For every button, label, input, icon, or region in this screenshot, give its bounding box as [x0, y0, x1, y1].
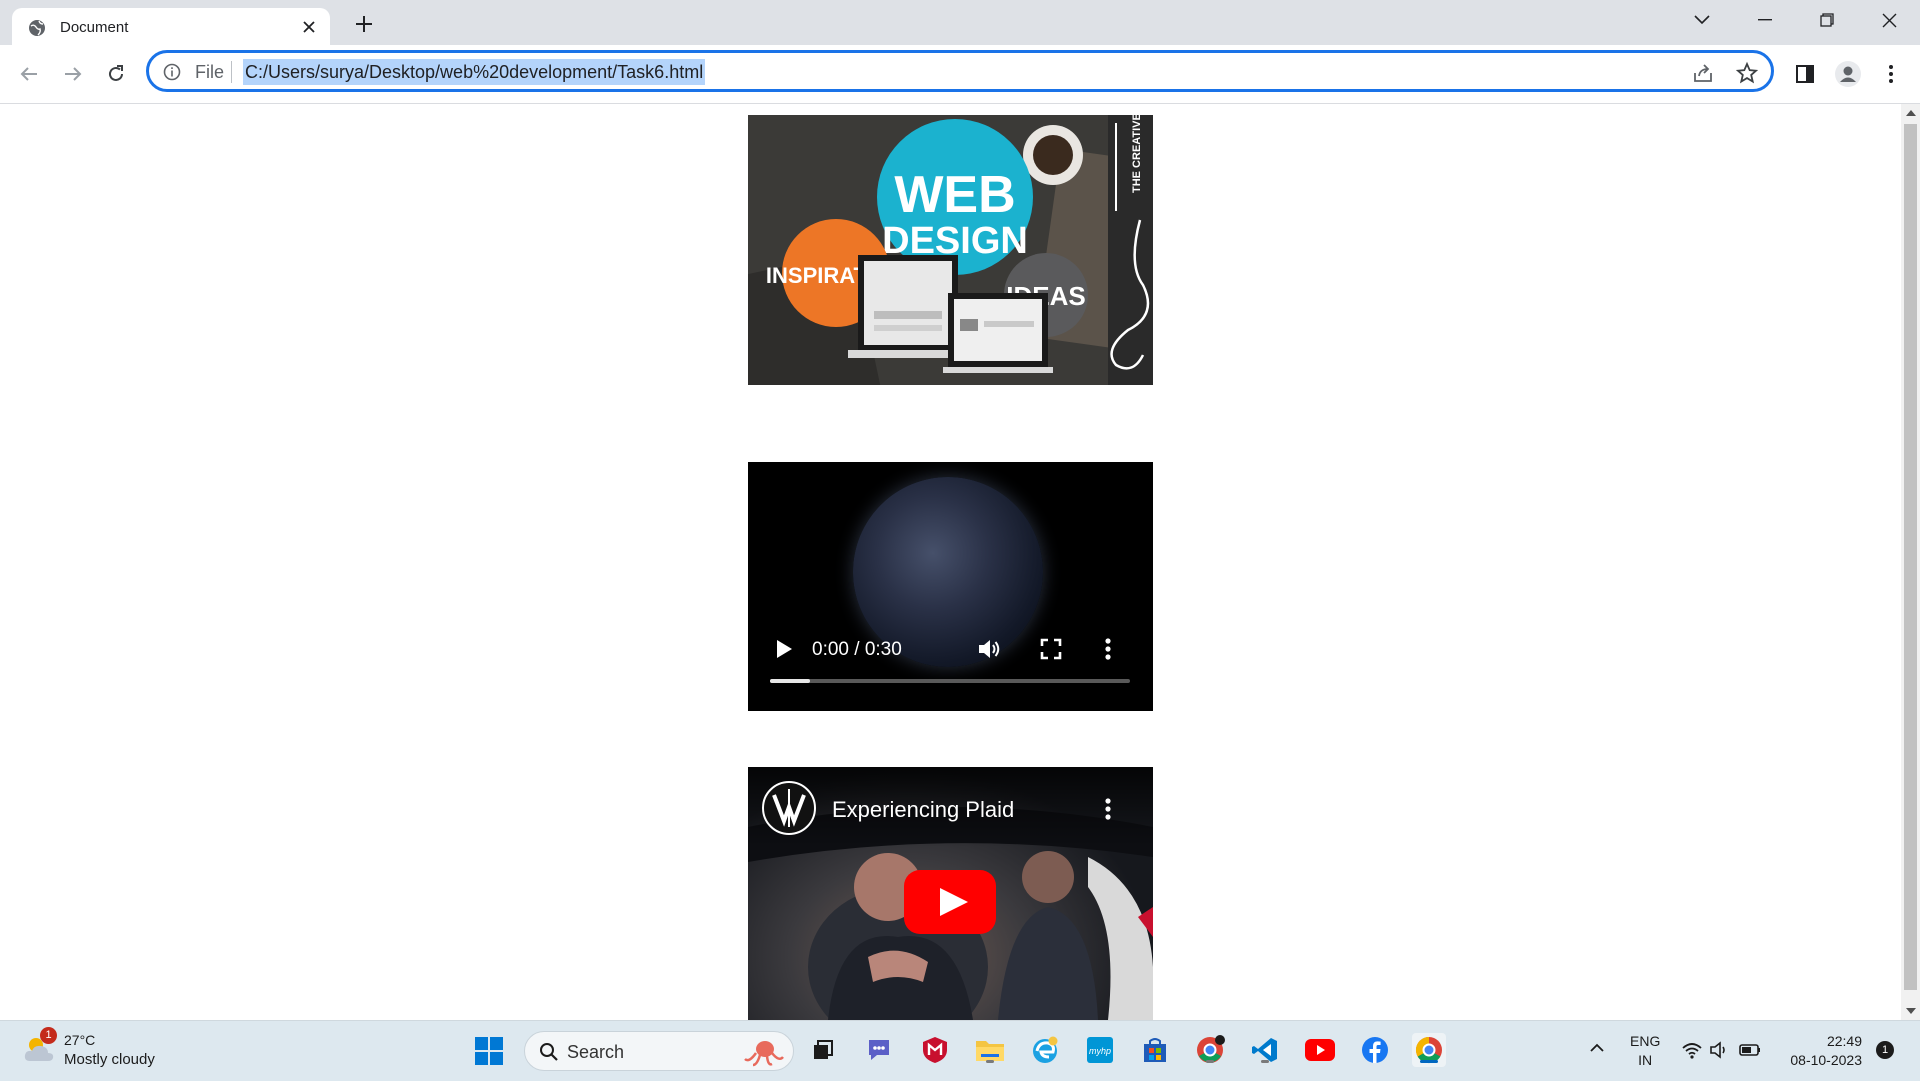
- globe-icon: [29, 20, 45, 36]
- input-language[interactable]: ENG IN: [1630, 1032, 1660, 1070]
- side-panel-icon[interactable]: [1790, 59, 1820, 89]
- tab-search-icon[interactable]: [1674, 0, 1730, 40]
- weather-temperature[interactable]: 27°C: [64, 1032, 95, 1048]
- battery-icon[interactable]: [1739, 1039, 1761, 1061]
- notification-badge[interactable]: 1: [1876, 1041, 1894, 1059]
- video-time: 0:00 / 0:30: [812, 639, 902, 660]
- youtube-embed[interactable]: Experiencing Plaid: [748, 767, 1153, 1020]
- url-scheme-label: File: [195, 62, 225, 82]
- fullscreen-icon[interactable]: [1040, 638, 1062, 660]
- video-progress-fill: [770, 679, 810, 683]
- browser-tab[interactable]: Document: [12, 8, 330, 45]
- search-highlight-octopus-icon: [744, 1041, 784, 1067]
- task-view-icon[interactable]: [806, 1033, 840, 1067]
- video-progress-bar[interactable]: [770, 679, 1130, 683]
- reload-icon[interactable]: [99, 57, 133, 91]
- menu-kebab-icon[interactable]: [1876, 59, 1906, 89]
- clock-date: 08-10-2023: [1790, 1052, 1862, 1068]
- web-design-image: WEB DESIGN INSPIRATION IDEAS THE CREATIV…: [748, 115, 1153, 385]
- play-icon[interactable]: [774, 638, 794, 660]
- weather-badge: 1: [40, 1027, 57, 1044]
- weather-description[interactable]: Mostly cloudy: [64, 1051, 155, 1068]
- microsoft-store-icon[interactable]: [1138, 1033, 1172, 1067]
- share-icon[interactable]: [1691, 61, 1715, 85]
- taskbar-search[interactable]: Search: [524, 1031, 794, 1071]
- mcafee-icon[interactable]: [918, 1033, 952, 1067]
- scrollbar-thumb[interactable]: [1904, 124, 1917, 990]
- image-brand: THE CREATIVE MOMENTUM: [1131, 115, 1143, 193]
- browser-toolbar: File C:/Users/surya/Desktop/web%20develo…: [0, 45, 1920, 104]
- speaker-icon[interactable]: [1708, 1039, 1730, 1061]
- volume-icon[interactable]: [976, 636, 1002, 662]
- search-icon: [540, 1043, 558, 1061]
- chrome-profile-running-indicator: [1206, 1060, 1214, 1063]
- chevron-up-icon[interactable]: [1588, 1039, 1606, 1057]
- minimize-icon[interactable]: [1737, 0, 1793, 40]
- vscode-running-indicator: [1261, 1060, 1269, 1063]
- scroll-up-icon[interactable]: [1906, 110, 1916, 116]
- windows-taskbar: 1 27°C Mostly cloudy Search myhp ENG IN …: [0, 1020, 1920, 1081]
- tab-close-icon[interactable]: [298, 16, 320, 38]
- tab-title: Document: [60, 19, 129, 36]
- system-clock[interactable]: 22:49 08-10-2023: [1780, 1032, 1862, 1070]
- facebook-icon[interactable]: [1358, 1033, 1392, 1067]
- explorer-running-indicator: [986, 1060, 994, 1063]
- vscode-icon[interactable]: [1248, 1033, 1282, 1067]
- youtube-video-title[interactable]: Experiencing Plaid: [832, 797, 1014, 823]
- video-more-options-icon[interactable]: [1104, 637, 1112, 661]
- edge-icon[interactable]: [1028, 1033, 1062, 1067]
- video-player[interactable]: 0:00 / 0:30: [748, 462, 1153, 711]
- info-icon[interactable]: [163, 63, 181, 81]
- chrome-active-indicator: [1420, 1060, 1438, 1063]
- bookmark-star-icon[interactable]: [1735, 61, 1759, 85]
- wifi-icon[interactable]: [1681, 1039, 1703, 1061]
- youtube-app-icon[interactable]: [1303, 1033, 1337, 1067]
- teams-chat-icon[interactable]: [862, 1033, 896, 1067]
- windows-start-icon[interactable]: [474, 1036, 504, 1066]
- new-tab-icon[interactable]: [350, 10, 378, 38]
- scroll-down-icon[interactable]: [1906, 1008, 1916, 1014]
- back-icon[interactable]: [12, 57, 46, 91]
- channel-logo-icon[interactable]: [762, 781, 816, 835]
- file-explorer-icon[interactable]: [973, 1033, 1007, 1067]
- lang-top: ENG: [1630, 1033, 1661, 1049]
- url-text[interactable]: C:/Users/surya/Desktop/web%20development…: [243, 59, 706, 85]
- chrome-profile-icon[interactable]: [1193, 1033, 1227, 1067]
- restore-icon[interactable]: [1799, 0, 1855, 40]
- svg-text:myhp: myhp: [1089, 1046, 1111, 1056]
- search-label: Search: [567, 1042, 625, 1062]
- image-heading-main: WEB: [894, 166, 1015, 224]
- page-scrollbar[interactable]: [1901, 104, 1920, 1020]
- myhp-icon[interactable]: myhp: [1083, 1033, 1117, 1067]
- omnibox-divider: [231, 61, 232, 83]
- lang-bottom: IN: [1638, 1052, 1653, 1068]
- chrome-icon[interactable]: [1412, 1033, 1446, 1067]
- youtube-play-button-icon[interactable]: [904, 870, 996, 934]
- page-viewport: WEB DESIGN INSPIRATION IDEAS THE CREATIV…: [0, 104, 1901, 1020]
- close-window-icon[interactable]: [1861, 0, 1917, 40]
- profile-avatar-icon[interactable]: [1833, 59, 1863, 89]
- address-bar[interactable]: File C:/Users/surya/Desktop/web%20develo…: [146, 50, 1774, 92]
- clock-time: 22:49: [1826, 1033, 1862, 1049]
- youtube-more-icon[interactable]: [1104, 797, 1112, 821]
- tab-strip: Document: [0, 0, 1920, 45]
- forward-icon[interactable]: [56, 57, 90, 91]
